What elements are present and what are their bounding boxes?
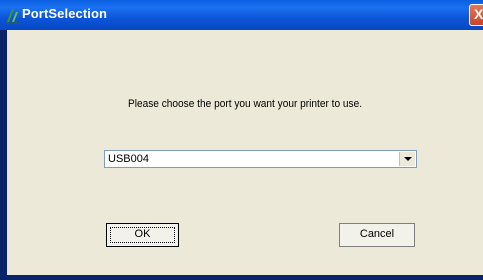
port-select[interactable]: USB004 — [104, 150, 417, 168]
dialog-body: Please choose the port you want your pri… — [7, 30, 483, 275]
prompt-text: Please choose the port you want your pri… — [127, 98, 363, 110]
cancel-button-label: Cancel — [359, 228, 395, 240]
cancel-button[interactable]: Cancel — [339, 223, 415, 247]
dialog-window: PortSelection X Please choose the port y… — [0, 0, 483, 280]
window-bottom-border — [0, 275, 483, 280]
focus-rectangle — [110, 227, 175, 243]
close-icon: X — [474, 6, 483, 22]
port-select-value: USB004 — [108, 153, 149, 165]
title-bar[interactable]: PortSelection X — [0, 0, 483, 30]
window-title: PortSelection — [22, 6, 108, 21]
close-button[interactable]: X — [469, 4, 483, 26]
ok-button[interactable]: OK — [106, 223, 179, 247]
printer-app-icon — [5, 6, 21, 24]
chevron-down-icon[interactable] — [399, 152, 415, 166]
